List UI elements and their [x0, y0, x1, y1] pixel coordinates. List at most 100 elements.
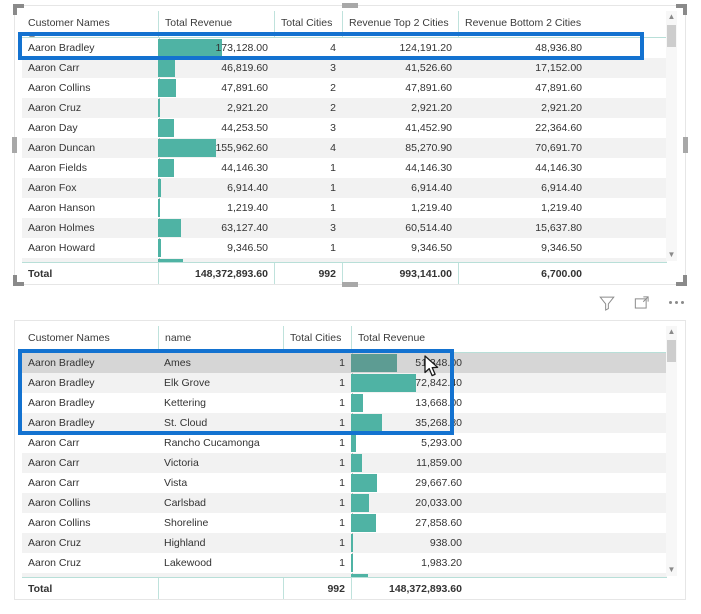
cell-total_revenue-databar: 1,219.40	[158, 198, 274, 218]
databar-fill	[158, 259, 183, 262]
databar-fill	[351, 434, 356, 452]
filter-icon[interactable]	[597, 293, 616, 312]
databar-wrapper: 44,253.50	[158, 118, 274, 138]
cell-value-total_revenue: 44,253.50	[221, 122, 268, 134]
scrollbar-thumb[interactable]	[667, 25, 676, 47]
vertical-scrollbar[interactable]: ▲ ▼	[666, 326, 677, 576]
databar-fill	[351, 414, 383, 432]
table-row[interactable]: Aaron Collins Carlsbad 1 20,033.00	[22, 493, 667, 513]
table-row[interactable]: Aaron Carr 46,819.60 3 41,526.60 17,152.00	[22, 58, 667, 78]
resize-handle-right-center[interactable]	[683, 137, 688, 153]
table-row[interactable]: Aaron Cruz Highland 1 938.00	[22, 533, 667, 553]
table-row[interactable]: Aaron DayGeorgetown118,564.00	[22, 573, 667, 577]
cell-customer: Aaron Holmes	[28, 222, 95, 234]
column-header-customer[interactable]: Customer Names	[22, 326, 158, 352]
visual-header-toolbar[interactable]	[597, 293, 686, 312]
cell-total_revenue-databar: 72,842.40	[351, 373, 468, 393]
table-row[interactable]: Aaron Bradley 173,128.00 4 124,191.20 48,936…	[22, 38, 667, 58]
column-header-bottom2[interactable]: Revenue Bottom 2 Cities	[458, 11, 588, 37]
cell-total_cities: 4	[330, 142, 336, 154]
table-row[interactable]: Aaron Holmes 63,127.40 3 60,514.40 15,637.80	[22, 218, 667, 238]
table-row[interactable]: Aaron Day 44,253.50 3 41,452.90 22,364.60	[22, 118, 667, 138]
cell-value-total_revenue: 27,858.60	[415, 517, 462, 529]
table-header-row: Customer Names name Total Cities Total Reve…	[22, 326, 667, 353]
cell-value-total_revenue: 72,842.40	[415, 377, 462, 389]
cell-bottom2: 2,921.20	[541, 102, 582, 114]
column-header-total_cities[interactable]: Total Cities	[274, 11, 342, 37]
cell-total_cities: 1	[339, 517, 345, 529]
resize-handle-bottom-right[interactable]	[676, 275, 687, 286]
table-row[interactable]: Aaron Howard 9,346.50 1 9,346.50 9,346.50	[22, 238, 667, 258]
customer-city-revenue-table[interactable]: Customer Names name Total Cities Total Reve…	[22, 326, 667, 599]
table-row[interactable]: Aaron Carr Vista 1 29,667.60	[22, 473, 667, 493]
cell-value-total_revenue: 46,819.60	[221, 62, 268, 74]
table-row[interactable]: Aaron Bradley Ames 1 51,348.00	[22, 353, 667, 373]
focus-mode-icon[interactable]	[632, 293, 651, 312]
cell-customer: Aaron Duncan	[28, 142, 96, 154]
customer-revenue-table[interactable]: Customer Names Total Revenue Total Cities R…	[22, 11, 667, 284]
table-row[interactable]: Aaron Fox 6,914.40 1 6,914.40 6,914.40	[22, 178, 667, 198]
table-row[interactable]: Aaron Duncan 155,962.60 4 85,270.90 70,691.7…	[22, 138, 667, 158]
scroll-down-arrow[interactable]: ▼	[666, 249, 677, 261]
cell-customer: Aaron Bradley	[28, 397, 95, 409]
resize-handle-top-right[interactable]	[676, 4, 687, 15]
databar-wrapper: 18,564.00	[351, 573, 468, 577]
table-row[interactable]: Aaron Cruz Lakewood 1 1,983.20	[22, 553, 667, 573]
table-row[interactable]: Aaron Carr Rancho Cucamonga 1 5,293.00	[22, 433, 667, 453]
customer-city-revenue-visual[interactable]: Customer Names name Total Cities Total Reve…	[14, 320, 686, 600]
cell-customer: Aaron Carr	[28, 62, 80, 74]
cell-total_cities: 1	[339, 457, 345, 469]
cell-total_revenue-databar: 155,962.60	[158, 138, 274, 158]
table-row[interactable]: Aaron Bradley Elk Grove 1 72,842.40	[22, 373, 667, 393]
databar-fill	[351, 454, 362, 472]
table-body[interactable]: Aaron Bradley 173,128.00 4 124,191.20 48,936…	[22, 38, 667, 262]
column-header-total_revenue[interactable]: Total Revenue	[158, 11, 274, 37]
cell-city: Victoria	[164, 457, 199, 469]
databar-wrapper: 9,346.50	[158, 238, 274, 258]
total-cell-total_cities: 992	[283, 578, 351, 599]
table-body[interactable]: Aaron Bradley Ames 1 51,348.00 Aaron Bradley…	[22, 353, 667, 577]
cell-top2: 2,921.20	[411, 102, 452, 114]
table-row[interactable]: Aaron Johnson67,449.70267,449.7067,449.7…	[22, 258, 667, 262]
cell-customer: Aaron Carr	[28, 457, 80, 469]
databar-fill	[351, 474, 378, 492]
cell-total_cities: 1	[330, 242, 336, 254]
databar-wrapper: 155,962.60	[158, 138, 274, 158]
table-row[interactable]: Aaron Bradley Kettering 1 13,668.00	[22, 393, 667, 413]
cell-total_cities: 2	[330, 102, 336, 114]
cell-customer: Aaron Cruz	[28, 102, 82, 114]
table-row[interactable]: Aaron Fields 44,146.30 1 44,146.30 44,146.30	[22, 158, 667, 178]
cell-total_cities: 3	[330, 62, 336, 74]
cell-customer: Aaron Collins	[28, 82, 91, 94]
resize-handle-left-center[interactable]	[12, 137, 17, 153]
databar-fill	[351, 574, 368, 577]
cell-customer: Aaron Bradley	[28, 357, 95, 369]
cell-value-total_revenue: 1,219.40	[227, 202, 268, 214]
scroll-up-arrow[interactable]: ▲	[666, 11, 677, 23]
total-cell-customer: Total	[28, 268, 53, 280]
customer-revenue-visual[interactable]: Customer Names Total Revenue Total Cities R…	[12, 3, 688, 287]
more-options-icon[interactable]	[667, 293, 686, 312]
scrollbar-thumb[interactable]	[667, 340, 676, 362]
column-header-total_revenue[interactable]: Total Revenue	[351, 326, 468, 352]
table-row[interactable]: Aaron Bradley St. Cloud 1 35,268.80	[22, 413, 667, 433]
resize-handle-top-center[interactable]	[342, 3, 358, 8]
table-row[interactable]: Aaron Collins 47,891.60 2 47,891.60 47,891.6…	[22, 78, 667, 98]
cell-bottom2: 22,364.60	[535, 122, 582, 134]
databar-fill	[158, 139, 216, 157]
cell-customer: Aaron Collins	[28, 497, 91, 509]
cell-value-total_revenue: 35,268.80	[415, 417, 462, 429]
table-row[interactable]: Aaron Carr Victoria 1 11,859.00	[22, 453, 667, 473]
scroll-down-arrow[interactable]: ▼	[666, 564, 677, 576]
total-cell-customer: Total	[28, 583, 53, 595]
table-row[interactable]: Aaron Collins Shoreline 1 27,858.60	[22, 513, 667, 533]
column-header-total_cities[interactable]: Total Cities	[283, 326, 351, 352]
column-header-customer[interactable]: Customer Names	[22, 11, 158, 37]
column-header-city[interactable]: name	[158, 326, 283, 352]
column-header-top2[interactable]: Revenue Top 2 Cities	[342, 11, 458, 37]
cell-top2: 6,914.40	[411, 182, 452, 194]
vertical-scrollbar[interactable]: ▲ ▼	[666, 11, 677, 261]
table-row[interactable]: Aaron Cruz 2,921.20 2 2,921.20 2,921.20	[22, 98, 667, 118]
scroll-up-arrow[interactable]: ▲	[666, 326, 677, 338]
table-row[interactable]: Aaron Hanson 1,219.40 1 1,219.40 1,219.40	[22, 198, 667, 218]
